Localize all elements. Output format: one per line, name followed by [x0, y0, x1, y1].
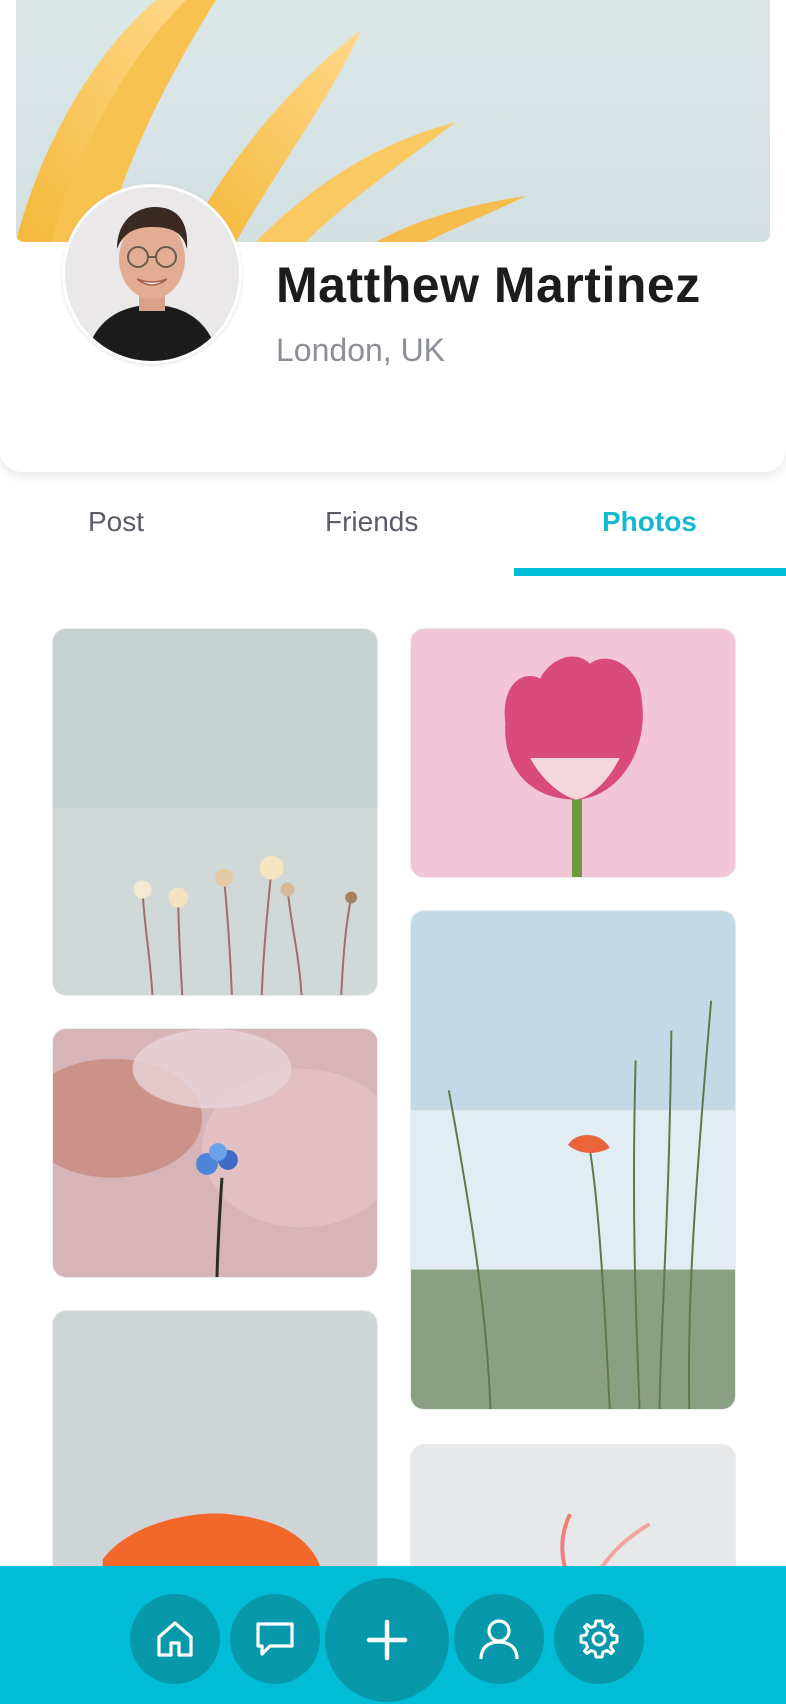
photo-item[interactable]	[52, 1310, 378, 1610]
user-icon	[479, 1619, 519, 1660]
profile-location: London, UK	[276, 332, 446, 368]
home-icon	[157, 1621, 193, 1657]
profile-page: Matthew Martinez London, UK Post Friends…	[0, 0, 786, 1704]
nav-home-button[interactable]	[130, 1594, 220, 1684]
nav-chat-button[interactable]	[230, 1594, 320, 1684]
avatar[interactable]	[62, 184, 242, 364]
chat-icon	[256, 1622, 294, 1656]
active-tab-indicator	[514, 568, 786, 576]
photo-item[interactable]	[52, 1028, 378, 1278]
profile-card: Matthew Martinez London, UK	[0, 0, 786, 472]
tab-photos[interactable]: Photos	[602, 506, 697, 538]
photo-item[interactable]	[410, 910, 736, 1410]
gear-icon	[579, 1619, 619, 1659]
profile-name: Matthew Martinez	[276, 257, 701, 313]
nav-settings-button[interactable]	[554, 1594, 644, 1684]
profile-tabs: Post Friends Photos	[0, 490, 786, 576]
tab-post[interactable]: Post	[88, 506, 144, 538]
nav-add-button[interactable]	[325, 1578, 449, 1702]
bottom-navigation	[0, 1566, 786, 1704]
plus-icon	[366, 1619, 408, 1661]
photo-item[interactable]	[52, 628, 378, 996]
tab-friends[interactable]: Friends	[325, 506, 418, 538]
photo-item[interactable]	[410, 628, 736, 878]
nav-profile-button[interactable]	[454, 1594, 544, 1684]
